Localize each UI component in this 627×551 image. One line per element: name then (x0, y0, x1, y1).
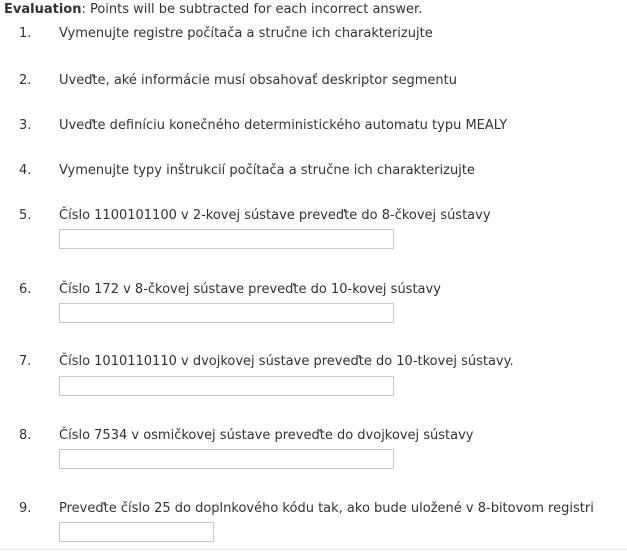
evaluation-note: Evaluation: Points will be subtracted fo… (4, 2, 422, 18)
question-5: 5. Číslo 1100101100 v 2-kovej sústave pr… (0, 207, 627, 225)
question-2: 2. Uveďte, aké informácie musí obsahovať… (0, 72, 627, 90)
question-6: 6. Číslo 172 v 8-čkovej sústave preveďte… (0, 281, 627, 299)
question-4: 4. Vymenujte typy inštrukcií počítača a … (0, 162, 627, 180)
answer-input-5[interactable] (59, 229, 394, 249)
question-1: 1. Vymenujte registre počítača a stručne… (0, 25, 627, 43)
question-text: Číslo 1010110110 v dvojkovej sústave pre… (59, 354, 514, 369)
question-text: Číslo 1100101100 v 2-kovej sústave preve… (59, 208, 491, 223)
question-number: 9. (19, 501, 32, 516)
question-number: 5. (19, 208, 32, 223)
question-text: Uveďte, aké informácie musí obsahovať de… (59, 73, 457, 88)
question-3: 3. Uveďte definíciu konečného determinis… (0, 117, 627, 135)
question-number: 4. (19, 163, 32, 178)
answer-input-7[interactable] (59, 376, 394, 396)
evaluation-text: : Points will be subtracted for each inc… (81, 2, 423, 17)
question-9: 9. Preveďte číslo 25 do doplnkového kódu… (0, 500, 627, 518)
question-text: Vymenujte registre počítača a stručne ic… (59, 26, 433, 41)
question-text: Preveďte číslo 25 do doplnkového kódu ta… (59, 501, 594, 516)
evaluation-label: Evaluation (4, 2, 82, 17)
answer-input-8[interactable] (59, 449, 394, 469)
divider (0, 549, 627, 550)
question-number: 1. (19, 26, 32, 41)
question-number: 3. (19, 118, 32, 133)
question-7: 7. Číslo 1010110110 v dvojkovej sústave … (0, 353, 627, 371)
question-number: 7. (19, 354, 32, 369)
question-text: Vymenujte typy inštrukcií počítača a str… (59, 163, 475, 178)
answer-input-9[interactable] (59, 522, 214, 542)
question-8: 8. Číslo 7534 v osmičkovej sústave preve… (0, 427, 627, 445)
question-text: Číslo 7534 v osmičkovej sústave preveďte… (59, 428, 474, 443)
question-number: 2. (19, 73, 32, 88)
question-number: 8. (19, 428, 32, 443)
answer-input-6[interactable] (59, 303, 394, 323)
question-text: Uveďte definíciu konečného deterministic… (59, 118, 508, 133)
question-text: Číslo 172 v 8-čkovej sústave preveďte do… (59, 282, 441, 297)
question-number: 6. (19, 282, 32, 297)
